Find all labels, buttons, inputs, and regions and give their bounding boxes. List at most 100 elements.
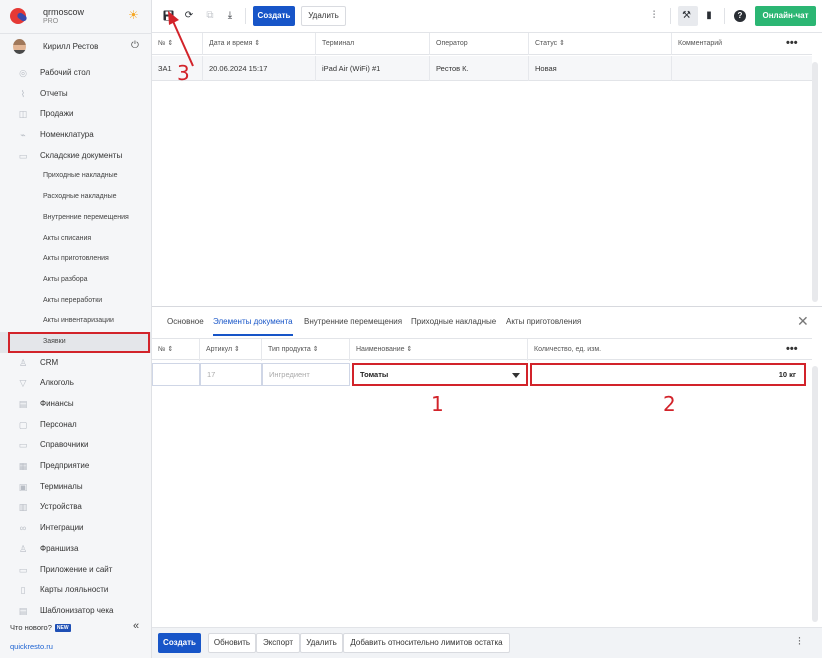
sidebar-item-label: Акты инвентаризации [43,317,114,325]
name-select-value: Томаты [360,370,389,379]
name-select[interactable]: Томаты [352,363,528,386]
sidebar-item[interactable]: Внутренние перемещения [0,208,152,229]
sidebar-item-label: Предприятие [40,461,90,471]
cell-status: Новая [529,56,672,81]
table-row[interactable]: ЗА1 20.06.2024 15:17 iPad Air (WiFi) #1 … [152,56,812,81]
sidebar-item[interactable]: Расходные накладные [0,187,152,208]
theme-toggle-icon[interactable]: ☀ [128,9,139,21]
collapse-sidebar-icon[interactable]: « [133,620,139,632]
sidebar-item[interactable]: Акты приготовления [0,249,152,270]
column-header-operator[interactable]: Оператор [430,33,529,55]
sidebar-item-label: Акты переработки [43,296,103,304]
sidebar-item-label: Карты лояльности [40,585,109,595]
sidebar-item-icon: ▽ [19,378,27,389]
sidebar-item-label: Рабочий стол [40,68,91,77]
footer-create-button[interactable]: Создать [158,633,201,653]
refresh-button[interactable]: Обновить [208,633,256,653]
sidebar-item[interactable]: ◫ Продажи [0,104,152,125]
close-panel-icon[interactable]: ✕ [797,314,809,328]
scrollbar[interactable] [812,62,818,302]
quantity-field[interactable]: 10 кг [530,363,806,386]
sidebar-item[interactable]: ◎ Рабочий стол [0,63,152,84]
avatar[interactable] [13,39,26,54]
sidebar-item[interactable]: ♙ CRM [0,353,152,374]
sidebar-item-label: Справочники [40,440,89,450]
columns-settings-icon[interactable]: ⫶ [648,10,660,22]
sidebar-item[interactable]: ∞ Интеграции [0,518,152,539]
column-header-quantity[interactable]: Количество, ед. изм. [528,339,812,361]
sidebar-item[interactable]: ⌁ Номенклатура [0,125,152,146]
footer-settings-icon[interactable]: ⫶ [798,636,801,648]
sidebar-item[interactable]: ▯ Карты лояльности [0,580,152,601]
whats-new-link[interactable]: Что нового? NEW [10,623,71,633]
column-header-name[interactable]: Наименование ⇕ [350,339,528,361]
tools-icon: ⚒ [682,10,691,21]
tab-incoming-invoices[interactable]: Приходные накладные [411,310,496,336]
column-header-article[interactable]: Артикул ⇕ [200,339,262,361]
sidebar-item[interactable]: ♙ Франшиза [0,539,152,560]
sidebar-item[interactable]: ▭ Приложение и сайт [0,560,152,581]
sidebar-item[interactable]: ▤ Шаблонизатор чека [0,601,152,622]
sidebar-item-label: Отчеты [40,88,68,98]
toolbar-divider [724,8,725,24]
sidebar-item-icon: ▢ [18,419,28,430]
toolbar-divider [670,8,671,24]
download-icon[interactable]: ⤓ [224,10,236,22]
footer-delete-button[interactable]: Удалить [300,633,343,653]
sidebar-item[interactable]: ▽ Алкоголь [0,373,152,394]
column-header-status[interactable]: Статус ⇕ [529,33,672,55]
column-header-number[interactable]: № ⇕ [152,339,200,361]
sidebar-item[interactable]: Приходные накладные [0,166,152,187]
add-by-limits-button[interactable]: Добавить относительно лимитов остатка [343,633,510,653]
cell-comment [672,56,812,81]
create-button[interactable]: Создать [253,6,295,26]
sidebar-item[interactable]: ⌇ Отчеты [0,84,152,105]
table-row[interactable]: 17 Ингредиент Томаты 10 кг [152,361,812,387]
delete-button[interactable]: Удалить [301,6,346,26]
sidebar-item[interactable]: ▦ Предприятие [0,456,152,477]
sidebar-item[interactable]: Акты разбора [0,270,152,291]
column-header-product-type[interactable]: Тип продукта ⇕ [262,339,350,361]
sidebar-item-label: Франшиза [40,543,79,553]
help-icon[interactable]: ? [734,10,746,22]
cell-terminal: iPad Air (WiFi) #1 [316,56,430,81]
number-field[interactable] [152,363,200,386]
tab-internal-transfers[interactable]: Внутренние перемещения [304,310,402,336]
sidebar-item[interactable]: Акты инвентаризации [0,311,152,332]
column-header-datetime[interactable]: Дата и время ⇕ [203,33,316,55]
product-type-field[interactable]: Ингредиент [262,363,350,386]
more-options-icon[interactable]: ••• [786,339,798,361]
tab-preparation-acts[interactable]: Акты приготовления [506,310,581,336]
sidebar-item-icon: ▥ [18,502,28,513]
trash-icon[interactable]: ▮ [703,10,715,22]
sidebar-item-icon: ▭ [18,150,28,161]
sidebar-item[interactable]: ▭ Складские документы [0,146,152,167]
sidebar-item-icon: ▤ [18,399,28,409]
logout-icon[interactable]: ⏻ [131,40,139,51]
sidebar-item[interactable]: ▭ Справочники [0,435,152,456]
online-chat-button[interactable]: Онлайн-чат [755,6,816,26]
sidebar-item[interactable]: ▢ Персонал [0,415,152,436]
article-field[interactable]: 17 [200,363,262,386]
sidebar-item[interactable]: Акты переработки [0,291,152,312]
column-header-terminal[interactable]: Терминал [316,33,430,55]
sidebar-item[interactable]: ▥ Устройства [0,497,152,518]
more-options-icon[interactable]: ••• [786,33,798,55]
sidebar-item-icon: ▣ [18,481,28,492]
tab-document-items[interactable]: Элементы документа [213,310,293,336]
annotation-label-1: 1 [431,392,444,416]
scrollbar[interactable] [812,366,818,622]
site-link[interactable]: quickresto.ru [10,642,53,651]
tools-button[interactable]: ⚒ [678,6,698,26]
sidebar-item[interactable]: ▣ Терминалы [0,477,152,498]
sidebar-item[interactable]: ▤ Финансы [0,394,152,415]
sidebar-item-icon: ▯ [20,585,26,596]
sidebar-item[interactable]: Акты списания [0,229,152,250]
sidebar-item-icon: ⌁ [20,130,26,141]
export-button[interactable]: Экспорт [256,633,300,653]
tab-general[interactable]: Основное [167,310,204,336]
sidebar-item-label: Приложение и сайт [40,564,113,574]
sidebar-item-label: Шаблонизатор чека [40,605,114,615]
sidebar: qrmoscow PRO ☀ Кирилл Рестов ⏻ ◎ Рабочий … [0,0,152,658]
sidebar-item-icon: ◎ [19,68,27,78]
